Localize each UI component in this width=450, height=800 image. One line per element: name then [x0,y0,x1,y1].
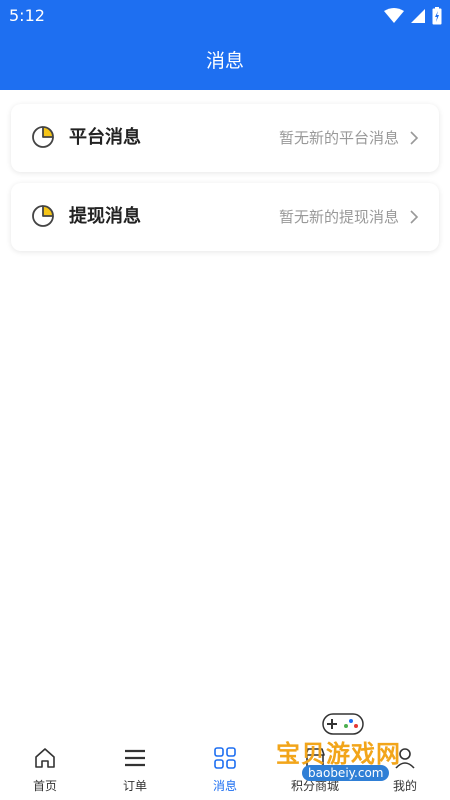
grid-icon [214,747,236,769]
message-item-withdraw[interactable]: 提现消息 暂无新的提现消息 [11,183,439,251]
page-title: 消息 [205,50,244,72]
message-item-title: 平台消息 [69,127,141,148]
battery-icon [432,7,442,25]
tab-orders[interactable]: 订单 [90,740,180,800]
pie-chart-icon [32,205,54,227]
message-item-platform[interactable]: 平台消息 暂无新的平台消息 [11,104,439,172]
wifi-icon [384,8,404,23]
chevron-right-icon [410,210,419,224]
tab-label: 消息 [212,779,237,793]
tab-label: 首页 [32,779,57,793]
status-icons [384,6,442,26]
home-icon [35,748,55,768]
chevron-right-icon [410,131,419,145]
message-item-desc: 暂无新的提现消息 [278,208,399,226]
watermark-text: 宝贝游戏网 [276,740,401,768]
pie-chart-icon [32,126,54,148]
status-time: 5:12 [9,6,45,25]
tab-messages[interactable]: 消息 [180,740,270,800]
message-item-desc: 暂无新的平台消息 [278,129,399,147]
signal-icon [411,9,425,23]
app-bar: 消息 [0,32,450,90]
status-bar: 5:12 [0,0,450,32]
tab-home[interactable]: 首页 [0,740,90,800]
message-list: 平台消息 暂无新的平台消息 提现消息 暂无新的提现消息 [0,90,450,740]
message-item-title: 提现消息 [69,206,141,227]
watermark: 宝贝游戏网 baobeiy.com [270,708,430,788]
watermark-url: baobeiy.com [302,765,390,781]
list-icon [125,749,145,767]
tab-label: 订单 [122,779,147,793]
